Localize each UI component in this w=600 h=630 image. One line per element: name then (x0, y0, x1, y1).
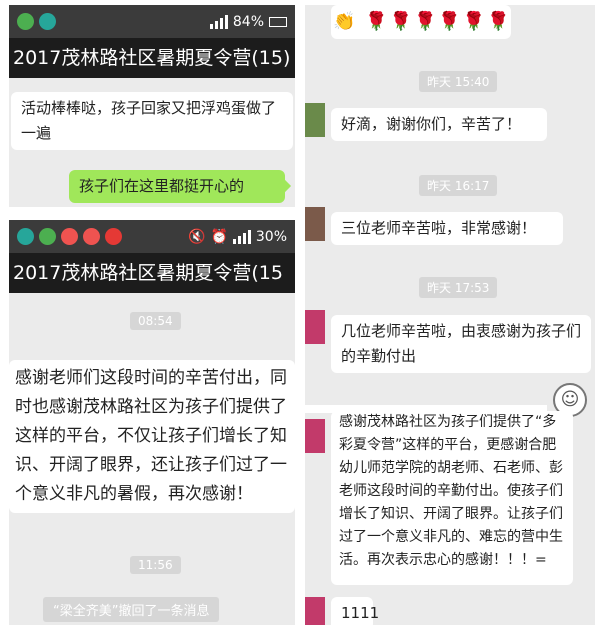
rose-icons: 🌹🌹🌹🌹🌹🌹 (365, 11, 512, 32)
avatar[interactable] (305, 207, 325, 241)
app-icon (17, 228, 34, 245)
incoming-message: 三位老师辛苦啦，非常感谢！ (331, 212, 563, 245)
timestamp: 昨天 16:17 (419, 175, 498, 196)
incoming-message: 活动棒棒哒，孩子回家又把浮鸡蛋做了一遍 (11, 92, 293, 150)
timestamp: 昨天 17:53 (419, 277, 498, 298)
flower-emoji-row: 👏 🌹🌹🌹🌹🌹🌹 (333, 11, 512, 32)
chat-title: 2017茂林路社区暑期夏令营(15 (9, 253, 295, 293)
timestamp: 11:56 (130, 556, 181, 574)
avatar[interactable] (305, 310, 325, 344)
battery-text: 84% (232, 13, 264, 30)
incoming-message: 感谢茂林路社区为孩子们提供了“多彩夏令营”这样的平台，更感谢合肥幼儿师范学院的胡… (331, 411, 573, 585)
timestamp: 昨天 15:40 (419, 71, 498, 92)
incoming-message: 几位老师辛苦啦，由衷感谢为孩子们的辛勤付出 (331, 315, 591, 373)
outgoing-message: 孩子们在这里都挺开心的 (69, 170, 292, 203)
incoming-message: 感谢老师们这段时间的辛苦付出，同时也感谢茂林路社区为孩子们提供了这样的平台，不仅… (9, 360, 295, 513)
message-text: 活动棒棒哒，孩子回家又把浮鸡蛋做了一遍 (21, 99, 277, 142)
status-bar: 84% (9, 5, 295, 38)
clap-icon: 👏 (333, 11, 358, 32)
screenshot-2: 🔇 ⏰ 30% 2017茂林路社区暑期夏令营(15 08:54 感谢老师们这段时… (9, 220, 295, 625)
screenshot-1: 84% 2017茂林路社区暑期夏令营(15) 活动棒棒哒，孩子回家又把浮鸡蛋做了… (9, 5, 295, 207)
bubble-tail (276, 178, 292, 194)
app-icon (83, 228, 100, 245)
chat-title: 2017茂林路社区暑期夏令营(15) (9, 38, 295, 78)
signal-icon (232, 229, 251, 244)
signal-icon (209, 14, 228, 29)
app-icon (39, 228, 56, 245)
message-text: 1111 (341, 604, 380, 622)
app-icon (61, 228, 78, 245)
battery-icon (269, 16, 287, 27)
app-icon (17, 13, 34, 30)
battery-text: 30% (255, 228, 287, 245)
avatar[interactable] (305, 597, 325, 625)
message-text: 感谢茂林路社区为孩子们提供了“多彩夏令营”这样的平台，更感谢合肥幼儿师范学院的胡… (339, 414, 563, 568)
timestamp: 08:54 (130, 312, 181, 330)
mute-icon: 🔇 (188, 228, 206, 245)
incoming-message: 好滴，谢谢你们，辛苦了！ (331, 108, 547, 141)
status-bar: 🔇 ⏰ 30% (9, 220, 295, 253)
avatar[interactable] (305, 419, 325, 453)
app-icon (105, 228, 122, 245)
avatar[interactable] (305, 103, 325, 137)
message-text: 三位老师辛苦啦，非常感谢！ (341, 219, 537, 237)
message-text: 几位老师辛苦啦，由衷感谢为孩子们的辛勤付出 (341, 322, 582, 365)
message-text: 好滴，谢谢你们，辛苦了！ (341, 115, 522, 133)
incoming-message: 1111 (331, 597, 379, 625)
recall-notice: “梁全齐美”撤回了一条消息 (43, 597, 220, 622)
message-text: 感谢老师们这段时间的辛苦付出，同时也感谢茂林路社区为孩子们提供了这样的平台，不仅… (15, 368, 287, 504)
screenshot-3: 👏 🌹🌹🌹🌹🌹🌹 昨天 15:40 好滴，谢谢你们，辛苦了！ 昨天 16:17 … (305, 5, 595, 625)
app-icon (39, 13, 56, 30)
alarm-icon: ⏰ (210, 228, 228, 245)
message-text: 孩子们在这里都挺开心的 (79, 177, 245, 195)
